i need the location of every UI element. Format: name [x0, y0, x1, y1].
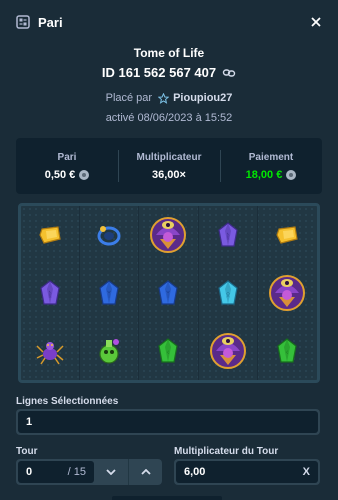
reel-cell: ᚲ: [258, 322, 317, 380]
bet-id-row: ID 161 562 567 407: [0, 65, 338, 80]
purple-spider-icon: [35, 336, 65, 366]
round-input[interactable]: 0 / 15: [18, 461, 94, 483]
green-gem-icon: ᚲ: [157, 338, 179, 364]
coin-icon: [286, 169, 297, 180]
username[interactable]: Pioupiou27: [173, 92, 232, 104]
payout-text: 18,00 €: [245, 168, 283, 181]
svg-text:ᛉ: ᛉ: [166, 290, 171, 299]
lines-field[interactable]: 1: [16, 409, 320, 435]
round-field[interactable]: 0 / 15: [16, 459, 162, 485]
reel-cell: ᛉ: [139, 264, 199, 322]
star-icon: [158, 92, 170, 104]
payout-col: Paiement 18,00 €: [220, 138, 322, 194]
anubis-wild-icon: [267, 273, 307, 313]
round-label: Tour: [16, 446, 38, 457]
bet-amount-value: 0,50 €: [45, 169, 90, 181]
blue-ring-icon: [96, 223, 122, 247]
bet-amount-text: 0,50 €: [44, 168, 76, 181]
svg-text:ᚱ: ᚱ: [225, 232, 230, 241]
reel-cell: [258, 264, 317, 322]
multiplier-label: Multiplicateur: [136, 151, 202, 163]
purple-gem-icon: ᚱ: [39, 280, 61, 306]
green-gem-icon: ᚲ: [276, 338, 298, 364]
reel-cell: [139, 206, 199, 264]
clear-icon: X: [302, 466, 310, 478]
bet-id: ID 161 562 567 407: [101, 65, 217, 80]
gold-gem-icon: [38, 225, 62, 245]
svg-text:ᛉ: ᛉ: [107, 290, 112, 299]
payout-value: 18,00 €: [246, 169, 297, 181]
reel-cell: [21, 322, 81, 380]
bet-slip-icon: [16, 15, 30, 29]
copy-link-icon[interactable]: [222, 66, 236, 80]
reel-cell: ᚱ: [21, 264, 81, 322]
modal-header: Pari: [0, 0, 338, 44]
bottom-handle: [112, 496, 222, 500]
reel-cell: ᛟ: [199, 264, 258, 322]
green-flask-icon: [95, 336, 123, 366]
bet-amount-col: Pari 0,50 €: [16, 138, 118, 194]
reel-cell: ᛉ: [80, 264, 140, 322]
svg-text:ᚲ: ᚲ: [166, 348, 171, 357]
reel-cell: [80, 206, 140, 264]
blue-gem-icon: ᛉ: [157, 280, 179, 306]
multiplier-col: Multiplicateur 36,00×: [118, 138, 220, 194]
game-name[interactable]: Tome of Life: [0, 46, 338, 60]
anubis-wild-icon: [148, 215, 188, 255]
placed-by-row: Placé par Pioupiou27: [0, 92, 338, 104]
reel-cell: [258, 206, 317, 264]
activated-time: activé 08/06/2023 à 15:52: [105, 112, 233, 124]
chevron-up-icon: [140, 469, 151, 475]
reel-cell: [21, 206, 81, 264]
gold-gem-icon: [275, 225, 299, 245]
slot-reels: ᚱ ᚱ ᛉ ᛉ ᛟ ᚲ ᚲ: [18, 203, 320, 383]
cyan-gem-icon: ᛟ: [217, 280, 239, 306]
chevron-down-icon: [106, 469, 116, 475]
round-multiplier-input[interactable]: 6,00 X: [176, 461, 318, 483]
reel-cell: [80, 322, 140, 380]
lines-label: Lignes Sélectionnées: [16, 396, 119, 407]
multiplier-value: 36,00×: [152, 168, 186, 181]
close-icon[interactable]: [308, 14, 324, 30]
svg-text:ᚱ: ᚱ: [48, 290, 53, 299]
lines-value: 1: [26, 416, 33, 428]
anubis-wild-icon: [208, 331, 248, 371]
reel-cell: ᚱ: [199, 206, 258, 264]
placed-by-label: Placé par: [105, 92, 153, 104]
round-multiplier-label: Multiplicateur du Tour: [174, 446, 279, 457]
reel-cell: [199, 322, 258, 380]
modal-title: Pari: [38, 14, 63, 30]
lines-input[interactable]: 1: [18, 411, 318, 433]
round-down-button[interactable]: [94, 459, 128, 485]
purple-gem-icon: ᚱ: [217, 222, 239, 248]
blue-gem-icon: ᛉ: [98, 280, 120, 306]
reel-cell: ᚲ: [139, 322, 199, 380]
round-value: 0: [26, 466, 33, 478]
round-up-button[interactable]: [128, 459, 162, 485]
round-multiplier-field[interactable]: 6,00 X: [174, 459, 320, 485]
svg-text:ᚲ: ᚲ: [285, 348, 290, 357]
coin-icon: [79, 169, 90, 180]
bet-amount-label: Pari: [57, 151, 77, 163]
round-multiplier-value: 6,00: [184, 466, 206, 478]
payout-label: Paiement: [248, 151, 294, 163]
round-total: / 15: [67, 466, 86, 478]
bet-summary: Pari 0,50 € Multiplicateur 36,00× Paieme…: [16, 138, 322, 194]
svg-text:ᛟ: ᛟ: [225, 290, 230, 299]
